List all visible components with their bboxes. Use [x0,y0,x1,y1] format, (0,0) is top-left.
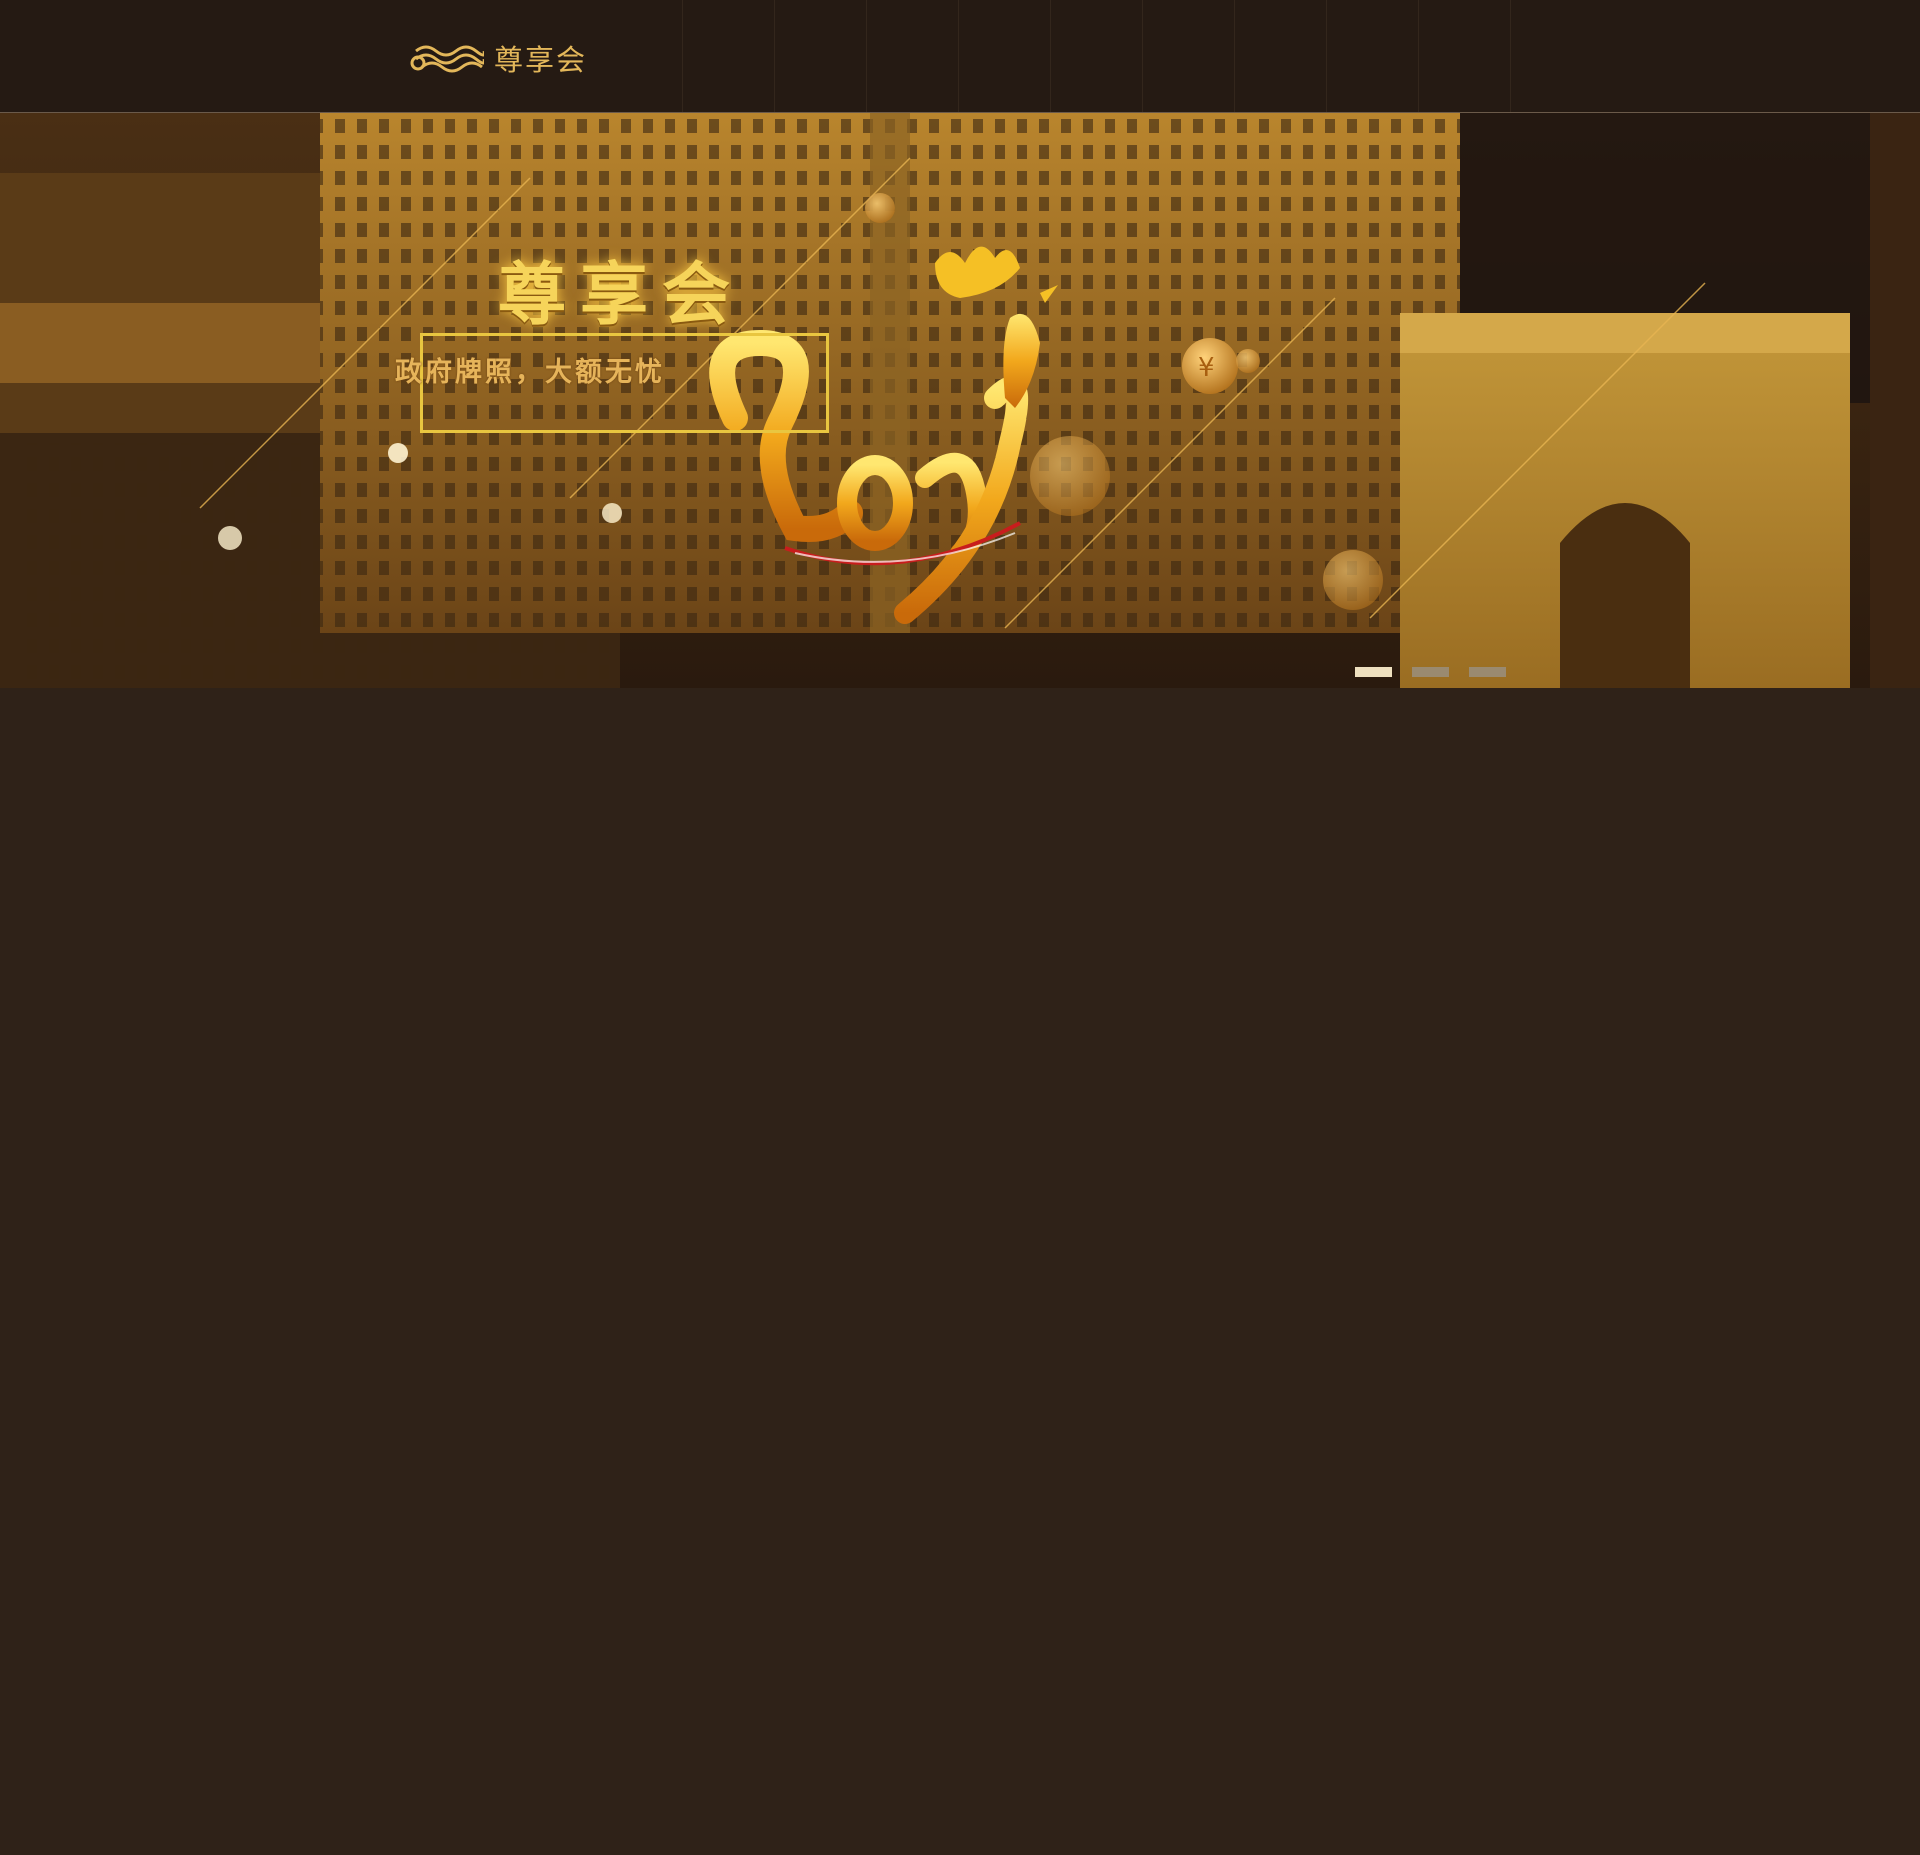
nav-item-3[interactable] [866,0,958,112]
slide-dot-1[interactable] [1355,667,1392,677]
nav-item-5[interactable] [1050,0,1142,112]
nav-item-6[interactable] [1142,0,1234,112]
banner-brand-title: 尊享会 [498,255,745,335]
svg-text:¥: ¥ [1198,353,1215,383]
nav-item-9[interactable] [1418,0,1511,112]
nav-item-4[interactable] [958,0,1050,112]
slide-dot-3[interactable] [1469,667,1506,677]
nav-item-2[interactable] [774,0,866,112]
nav-item-8[interactable] [1326,0,1418,112]
nav-item-7[interactable] [1234,0,1326,112]
banner-background-image: ¥ [0,113,1920,688]
banner-slogan: 政府牌照，大额无忧 [395,357,665,388]
hero-banner[interactable]: ¥ 尊享会 政府牌照，大额无忧 [0,113,1920,688]
slide-dot-2[interactable] [1412,667,1449,677]
page-content-area [0,688,1920,1855]
main-nav [682,0,1511,112]
wave-logo-icon [410,45,484,73]
slider-pagination [1355,667,1506,677]
site-logo[interactable]: 尊享会 [408,38,587,78]
nav-item-1[interactable] [682,0,774,112]
site-header: 尊享会 [0,0,1920,113]
logo-text: 尊享会 [494,43,588,77]
